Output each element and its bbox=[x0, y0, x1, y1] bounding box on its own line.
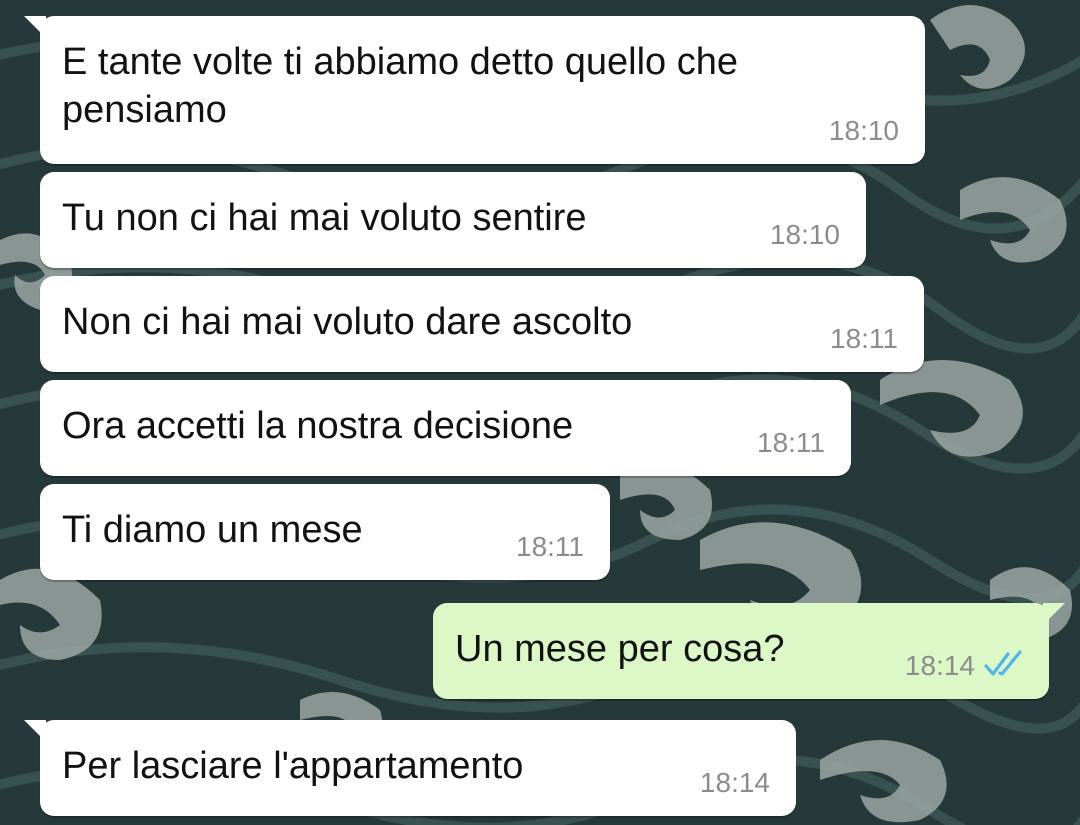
message-text: Ti diamo un mese bbox=[62, 509, 363, 551]
bubble-tail bbox=[24, 16, 46, 38]
message-bubble-incoming[interactable]: Ti diamo un mese 18:11 bbox=[40, 484, 610, 580]
message-bubble-outgoing[interactable]: Un mese per cosa? 18:14 bbox=[433, 603, 1065, 699]
double-check-read-icon bbox=[984, 650, 1022, 676]
message-timestamp: 18:14 bbox=[904, 650, 975, 681]
message-timestamp: 18:11 bbox=[516, 531, 584, 562]
chat-view[interactable]: E tante volte ti abbiamo detto quello ch… bbox=[0, 0, 1080, 825]
message-text: Per lasciare l'appartamento bbox=[62, 745, 524, 787]
bubble-tail bbox=[24, 720, 46, 742]
message-timestamp: 18:10 bbox=[828, 115, 899, 146]
message-text: Tu non ci hai mai voluto sentire bbox=[62, 197, 587, 239]
message-bubble-incoming[interactable]: E tante volte ti abbiamo detto quello ch… bbox=[24, 16, 925, 164]
message-timestamp: 18:14 bbox=[699, 767, 770, 798]
message-timestamp: 18:10 bbox=[769, 219, 840, 250]
message-bubble-incoming[interactable]: Ora accetti la nostra decisione 18:11 bbox=[40, 380, 851, 476]
message-timestamp: 18:11 bbox=[830, 323, 898, 354]
bubble-tail bbox=[1043, 603, 1065, 625]
message-text: E tante volte ti abbiamo detto quello ch… bbox=[62, 41, 739, 131]
message-text: Un mese per cosa? bbox=[455, 628, 785, 670]
message-bubble-incoming[interactable]: Tu non ci hai mai voluto sentire 18:10 bbox=[40, 172, 866, 268]
message-text: Ora accetti la nostra decisione bbox=[62, 405, 574, 447]
message-text: Non ci hai mai voluto dare ascolto bbox=[62, 301, 633, 343]
message-timestamp: 18:11 bbox=[757, 427, 825, 458]
message-bubble-incoming[interactable]: Per lasciare l'appartamento 18:14 bbox=[24, 720, 796, 816]
message-bubble-incoming[interactable]: Non ci hai mai voluto dare ascolto 18:11 bbox=[40, 276, 924, 372]
